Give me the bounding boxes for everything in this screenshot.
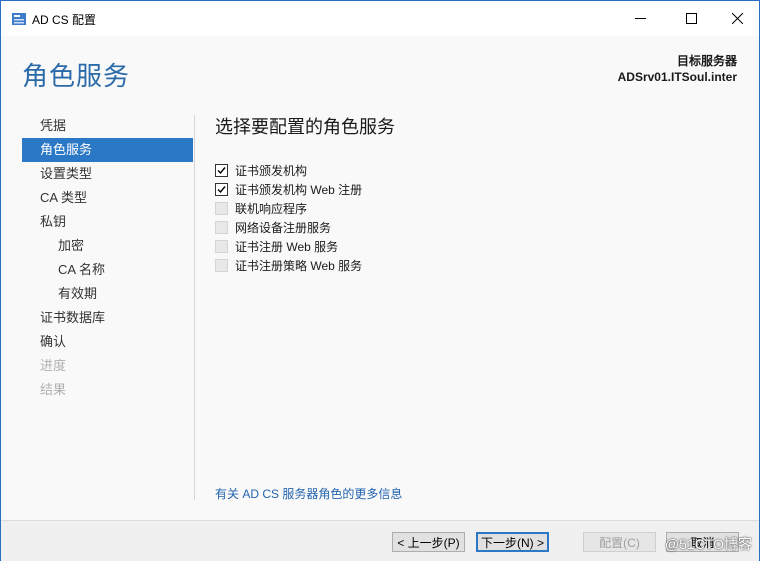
checkbox-unchecked[interactable] [215, 221, 228, 234]
checkmark-icon [217, 167, 226, 175]
nav-item-confirmation[interactable]: 确认 [22, 330, 193, 354]
minimize-icon [634, 18, 646, 19]
role-item-certification-authority[interactable]: 证书颁发机构 [215, 161, 362, 180]
nav-item-progress: 进度 [40, 358, 67, 373]
window-title: AD CS 配置 [32, 13, 97, 27]
role-item-online-responder[interactable]: 联机响应程序 [215, 199, 362, 218]
role-services-list: 证书颁发机构 证书颁发机构 Web 注册 联机响应程序 网络设备注册服务 证书注… [215, 161, 362, 275]
dialog-window: AD CS 配置 角色服务 目标服务器 ADSrv01.ITSoul.inter… [0, 0, 760, 561]
nav-divider [194, 115, 195, 500]
nav-item-validity-period[interactable]: 有效期 [22, 282, 193, 306]
checkbox-unchecked[interactable] [215, 240, 228, 253]
target-server-label: 目标服务器 [676, 54, 737, 68]
button-bar: < 上一步(P) 下一步(N) > 配置(C) 取消 [1, 520, 759, 561]
nav-item-ca-type[interactable]: CA 类型 [22, 186, 193, 210]
role-item-enrollment-web-service[interactable]: 证书注册 Web 服务 [215, 237, 362, 256]
nav-item-certificate-database[interactable]: 证书数据库 [22, 306, 193, 330]
nav-item-cryptography[interactable]: 加密 [22, 234, 193, 258]
role-label: 证书颁发机构 Web 注册 [235, 183, 363, 197]
role-item-enrollment-policy-web-service[interactable]: 证书注册策略 Web 服务 [215, 256, 362, 275]
close-icon [731, 13, 743, 24]
nav-item-role-services[interactable]: 角色服务 [22, 138, 193, 162]
checkbox-checked[interactable] [215, 183, 228, 196]
maximize-button[interactable] [668, 1, 714, 36]
role-label: 证书注册策略 Web 服务 [235, 259, 363, 273]
page-title: 角色服务 [22, 62, 131, 92]
role-label: 证书颁发机构 [235, 164, 308, 178]
nav-item-private-key[interactable]: 私钥 [22, 210, 193, 234]
minimize-button[interactable] [617, 1, 663, 36]
configure-button: 配置(C) [583, 532, 656, 552]
nav-item-setup-type[interactable]: 设置类型 [22, 162, 193, 186]
role-item-network-device-enrollment[interactable]: 网络设备注册服务 [215, 218, 362, 237]
maximize-icon [685, 13, 697, 24]
watermark: @51CTO博客 [664, 536, 752, 552]
checkbox-unchecked[interactable] [215, 202, 228, 215]
role-item-ca-web-enrollment[interactable]: 证书颁发机构 Web 注册 [215, 180, 362, 199]
more-info-link[interactable]: 有关 AD CS 服务器角色的更多信息 [215, 485, 402, 502]
target-server-value: ADSrv01.ITSoul.inter [617, 70, 737, 84]
wizard-nav: 凭据 角色服务 设置类型 CA 类型 私钥 加密 CA 名称 有效期 证书数据库… [22, 114, 193, 402]
nav-item-ca-name[interactable]: CA 名称 [22, 258, 193, 282]
role-label: 联机响应程序 [235, 202, 308, 216]
section-title: 选择要配置的角色服务 [215, 117, 395, 138]
content-area: 角色服务 目标服务器 ADSrv01.ITSoul.inter 凭据 角色服务 … [1, 36, 759, 520]
previous-button[interactable]: < 上一步(P) [392, 532, 465, 552]
checkmark-icon [217, 186, 226, 194]
role-label: 证书注册 Web 服务 [235, 240, 339, 254]
checkbox-checked[interactable] [215, 164, 228, 177]
close-button[interactable] [714, 1, 760, 36]
role-label: 网络设备注册服务 [235, 221, 332, 235]
next-button[interactable]: 下一步(N) > [476, 532, 549, 552]
title-bar[interactable]: AD CS 配置 [1, 1, 759, 36]
nav-item-credentials[interactable]: 凭据 [22, 114, 193, 138]
server-manager-icon [11, 12, 27, 26]
nav-item-results: 结果 [40, 382, 67, 397]
checkbox-unchecked[interactable] [215, 259, 228, 272]
